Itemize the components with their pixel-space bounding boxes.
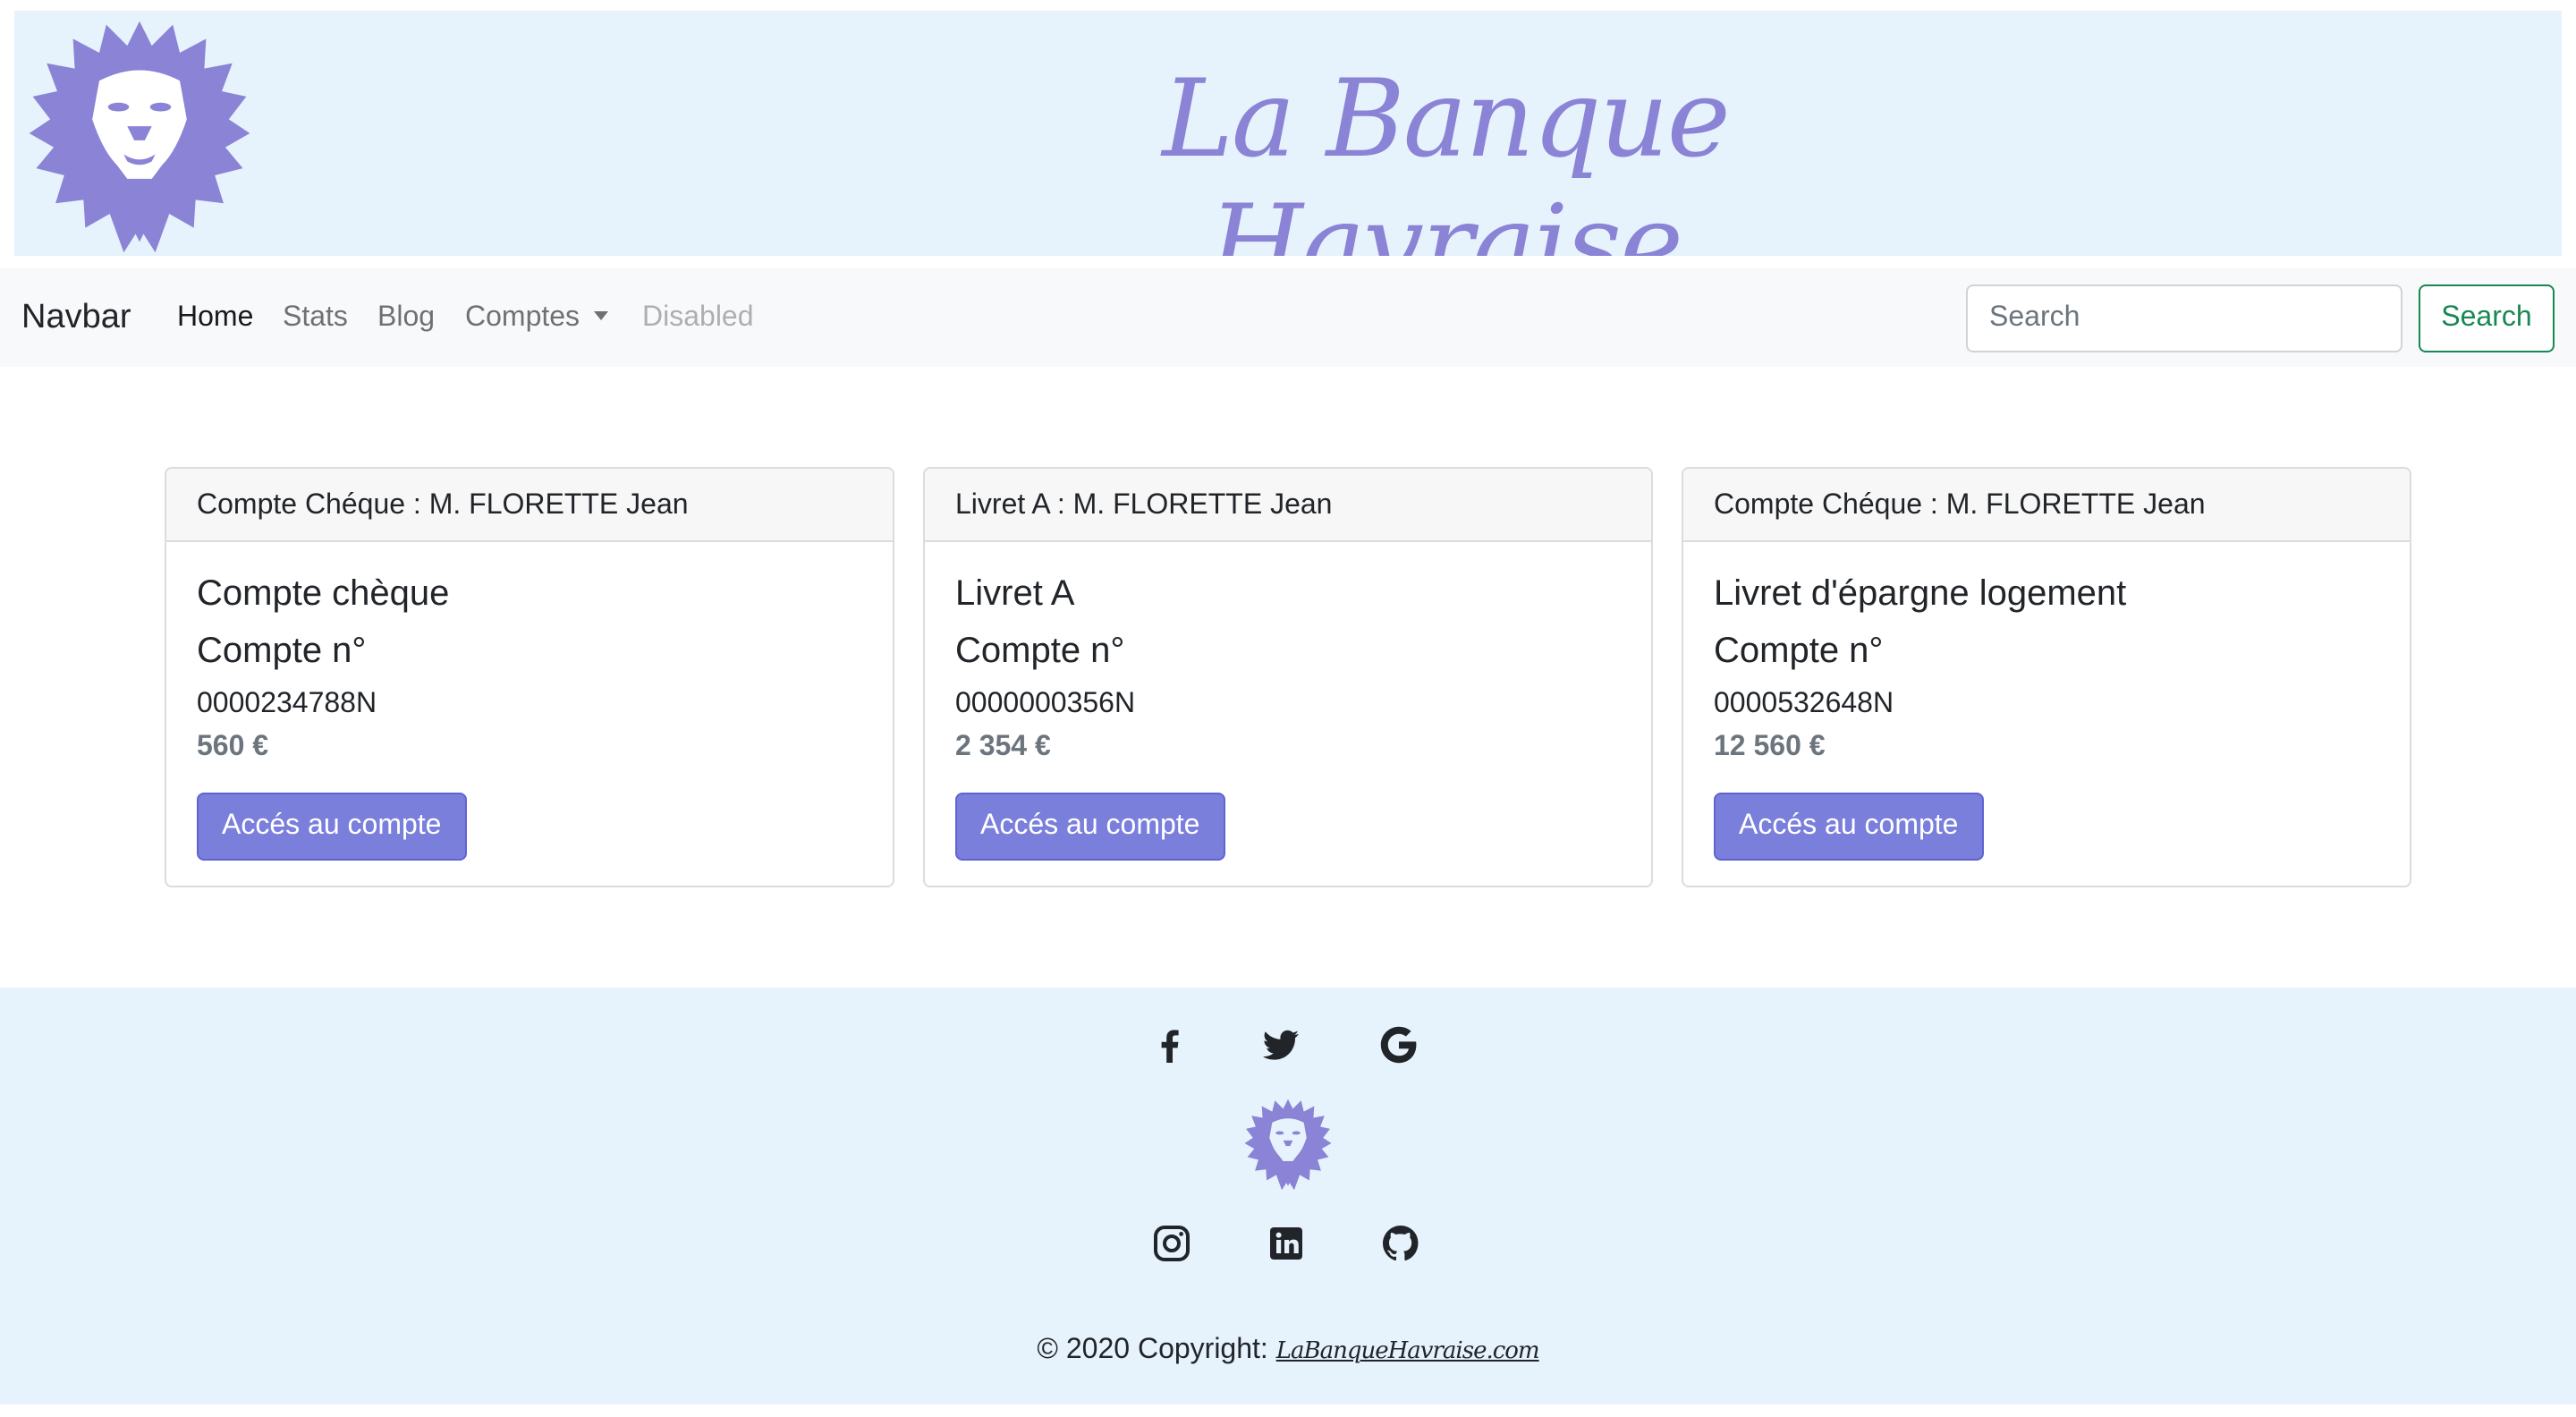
caret-down-icon — [594, 311, 609, 320]
card-subtitle: Compte n° — [955, 632, 1125, 671]
navbar-brand[interactable]: Navbar — [21, 299, 131, 338]
nav-link-disabled: Disabled — [642, 302, 754, 333]
card-header: Compte Chéque : M. FLORETTE Jean — [166, 469, 893, 542]
card-header: Livret A : M. FLORETTE Jean — [925, 469, 1651, 542]
card-header: Compte Chéque : M. FLORETTE Jean — [1683, 469, 2410, 542]
card-title: Compte chèque — [197, 574, 450, 614]
copyright-text: © 2020 Copyright: — [1037, 1335, 1268, 1365]
footer: © 2020 Copyright: LaBanqueHavraise.com — [0, 988, 2576, 1404]
navbar: Navbar Home Stats Blog Comptes Disabled … — [0, 268, 2576, 367]
account-number: 0000234788N — [197, 689, 377, 719]
bank-brand-title: La Banque Havraise — [1162, 57, 1731, 256]
account-balance: 12 560 € — [1714, 732, 1826, 762]
lion-head-icon[interactable] — [23, 11, 256, 256]
nav-link-stats[interactable]: Stats — [283, 302, 348, 335]
nav-dropdown-label: Comptes — [465, 302, 580, 333]
nav-dropdown-comptes[interactable]: Comptes — [465, 302, 609, 335]
card-title: Livret d'épargne logement — [1714, 574, 2127, 614]
card-subtitle: Compte n° — [197, 632, 367, 671]
linkedin-icon[interactable] — [1265, 1222, 1308, 1265]
account-balance: 560 € — [197, 732, 269, 762]
card-body: Compte chèque Compte n° 0000234788N 560 … — [166, 573, 893, 861]
account-access-button[interactable]: Accés au compte — [197, 793, 467, 861]
nav-link-blog[interactable]: Blog — [377, 302, 435, 335]
search-button[interactable]: Search — [2419, 284, 2555, 352]
account-card: Compte Chéque : M. FLORETTE Jean Compte … — [165, 467, 894, 887]
card-body: Livret A Compte n° 0000000356N 2 354 € A… — [925, 573, 1651, 861]
account-number: 0000000356N — [955, 689, 1136, 719]
instagram-icon[interactable] — [1150, 1222, 1193, 1265]
copyright-link[interactable]: LaBanqueHavraise.com — [1276, 1338, 1540, 1365]
account-balance: 2 354 € — [955, 732, 1051, 762]
account-card: Livret A : M. FLORETTE Jean Livret A Com… — [923, 467, 1653, 887]
facebook-icon[interactable] — [1148, 1023, 1191, 1066]
card-body: Livret d'épargne logement Compte n° 0000… — [1683, 573, 2410, 861]
header-banner: La Banque Havraise — [14, 11, 2562, 256]
card-title: Livret A — [955, 574, 1075, 614]
card-subtitle: Compte n° — [1714, 632, 1884, 671]
search-input[interactable] — [1966, 284, 2402, 352]
footer-lion-logo-icon — [1244, 1099, 1332, 1191]
account-access-button[interactable]: Accés au compte — [1714, 793, 1984, 861]
nav-link-home[interactable]: Home — [177, 302, 253, 335]
twitter-icon[interactable] — [1259, 1023, 1302, 1066]
copyright-notice: © 2020 Copyright: LaBanqueHavraise.com — [0, 1335, 2576, 1367]
account-access-button[interactable]: Accés au compte — [955, 793, 1225, 861]
account-number: 0000532648N — [1714, 689, 1894, 719]
account-card: Compte Chéque : M. FLORETTE Jean Livret … — [1682, 467, 2411, 887]
github-icon[interactable] — [1379, 1222, 1422, 1265]
page: La Banque Havraise Navbar Home Stats Blo… — [0, 0, 2576, 1417]
google-icon[interactable] — [1377, 1023, 1420, 1066]
